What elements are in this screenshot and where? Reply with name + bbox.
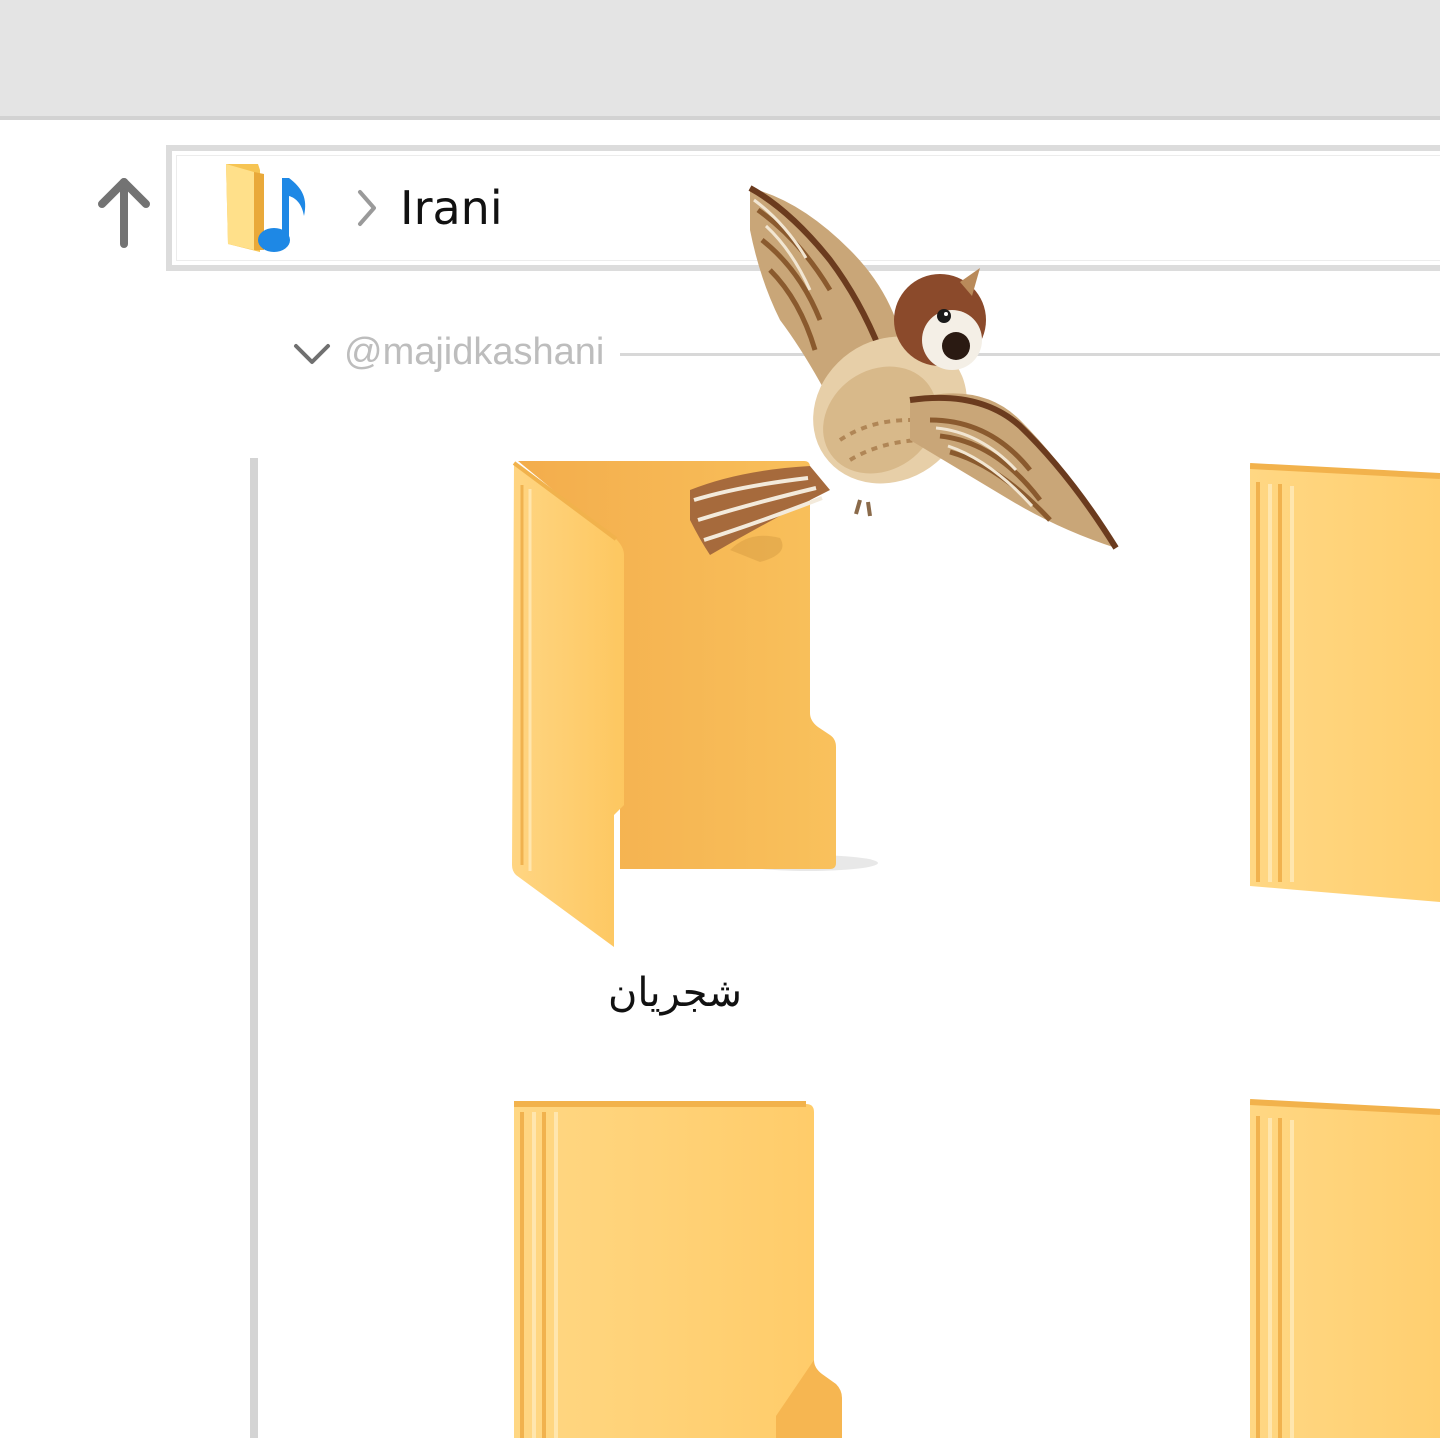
folder-icon — [514, 1101, 842, 1438]
chevron-down-icon[interactable] — [292, 340, 332, 370]
window-titlebar — [0, 0, 1440, 120]
up-button[interactable] — [92, 172, 156, 252]
chevron-right-icon — [354, 188, 380, 228]
up-arrow-icon — [98, 178, 150, 248]
group-header-label[interactable]: @majidkashani — [344, 330, 604, 374]
sparrow-illustration — [680, 170, 1130, 570]
music-folder-icon — [218, 158, 318, 258]
breadcrumb-item-irani[interactable]: Irani — [400, 180, 503, 236]
folder-item[interactable] — [510, 1100, 850, 1438]
folder-item[interactable] — [1249, 462, 1440, 907]
navigation-pane-divider[interactable] — [250, 458, 258, 1438]
folder-label[interactable]: شجریان — [560, 962, 790, 1024]
folder-icon — [1249, 463, 1440, 902]
folder-item[interactable] — [1249, 1098, 1440, 1438]
folder-icon — [1249, 1099, 1440, 1438]
